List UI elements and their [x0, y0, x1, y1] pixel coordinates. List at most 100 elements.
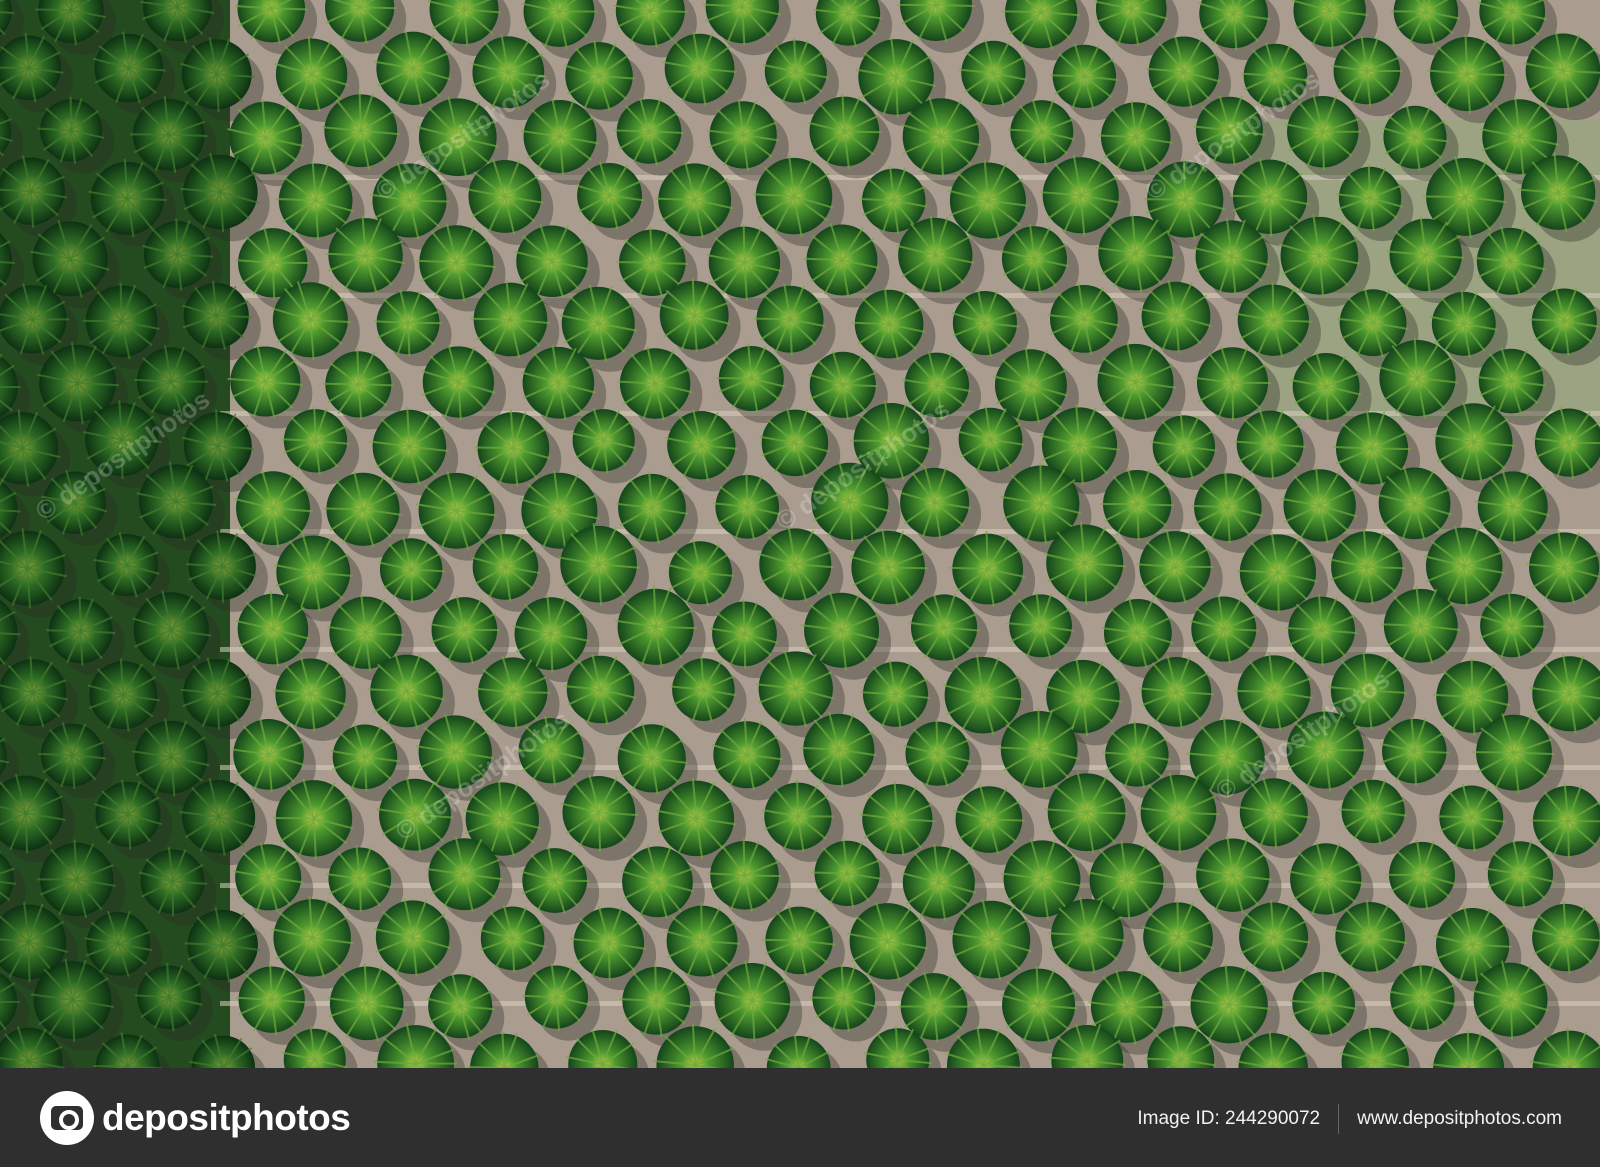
palm-frond: [1234, 689, 1275, 693]
palm-frond: [762, 938, 800, 942]
image-meta: Image ID: 244290072 www.depositphotos.co…: [1137, 1104, 1562, 1134]
camera-icon: [40, 1091, 94, 1145]
palm-frond: [655, 197, 695, 201]
palm-frond: [935, 719, 939, 754]
palm-frond: [650, 9, 688, 13]
palm-frond: [607, 942, 611, 982]
palm-frond: [512, 691, 551, 694]
palm-frond: [1037, 707, 1041, 750]
palm-frond: [410, 569, 414, 604]
palm-frond: [1466, 1030, 1470, 1068]
palm-frond: [1323, 708, 1327, 751]
palm-frond: [691, 278, 696, 316]
palm-frond: [1367, 164, 1372, 199]
palm-frond: [803, 257, 842, 262]
palm-frond: [597, 812, 602, 852]
palm-frond: [809, 996, 844, 1000]
meta-divider: [1338, 1104, 1340, 1134]
palm-frond: [700, 902, 704, 942]
palm-frond: [522, 994, 557, 999]
palm-frond: [24, 812, 29, 854]
palm-frond: [175, 218, 179, 255]
palm-frond: [313, 406, 317, 441]
palm-frond: [654, 964, 658, 1001]
palm-frond: [359, 6, 398, 10]
palm-frond: [988, 818, 1025, 822]
palm-frond: [1177, 812, 1181, 854]
palm-frond: [655, 625, 697, 630]
palm-frond: [554, 879, 590, 882]
palm-frond: [1320, 630, 1324, 667]
palm-frond: [1470, 657, 1474, 697]
palm-frond: [1321, 131, 1325, 171]
palm-frond: [1039, 462, 1043, 504]
palm-frond: [1226, 757, 1230, 798]
stock-footer: depositphotos Image ID: 244290072 www.de…: [0, 1068, 1600, 1167]
palm-frond: [323, 507, 364, 511]
palm-frond: [1002, 10, 1042, 14]
palm-frond: [742, 223, 746, 263]
palm-frond: [1321, 969, 1325, 1004]
palm-frond: [171, 881, 175, 917]
palm-frond: [742, 598, 746, 634]
palm-frond: [949, 566, 988, 571]
palm-frond: [409, 199, 450, 203]
palm-frond: [356, 348, 360, 385]
site-url[interactable]: www.depositphotos.com: [1357, 1108, 1562, 1130]
palm-frond: [1271, 281, 1275, 321]
palm-frond: [743, 633, 747, 669]
palm-frond: [1568, 441, 1600, 445]
palm-frond: [1086, 811, 1129, 815]
palm-frond: [82, 319, 122, 323]
palm-frond: [358, 878, 362, 913]
palm-frond: [796, 779, 799, 817]
palm-frond: [745, 472, 749, 507]
palm-frond: [27, 941, 31, 983]
palm-frond: [470, 317, 511, 321]
palm-frond: [1366, 565, 1406, 570]
palm-frond: [1229, 194, 1271, 198]
palm-frond: [616, 261, 653, 264]
palm-frond: [221, 566, 224, 603]
palm-frond: [119, 282, 123, 322]
palm-frond: [1436, 815, 1472, 819]
palm-frond: [549, 633, 554, 673]
palm-frond: [744, 874, 782, 878]
palm-frond: [407, 322, 411, 357]
palm-frond: [859, 197, 894, 202]
palm-frond: [753, 317, 791, 321]
palm-frond: [38, 752, 73, 757]
image-id: Image ID: 244290072: [1137, 1108, 1321, 1129]
palm-frond: [1231, 382, 1235, 422]
palm-frond: [935, 4, 975, 8]
palm-frond: [46, 629, 81, 633]
palm-frond: [168, 133, 208, 138]
aerial-photo: © depositphotos © depositphotos © deposi…: [0, 0, 1600, 1068]
palm-frond: [852, 321, 890, 326]
palm-frond: [120, 439, 124, 480]
palm-frond: [811, 871, 848, 875]
palm-frond: [985, 530, 989, 570]
palm-frond: [78, 596, 82, 632]
palm-frond: [271, 7, 308, 11]
palm-frond: [1511, 624, 1547, 628]
palm-frond: [1050, 74, 1085, 78]
palm-frond: [1372, 447, 1411, 451]
palm-frond: [1568, 819, 1600, 823]
palm-frond: [844, 130, 883, 134]
palm-frond: [842, 383, 879, 388]
palm-frond: [1276, 572, 1280, 614]
depositphotos-logo[interactable]: depositphotos: [40, 1088, 351, 1148]
palm-frond: [652, 261, 689, 265]
palm-frond: [742, 838, 746, 876]
palm-frond: [1176, 899, 1180, 938]
palm-frond: [358, 91, 362, 131]
palm-frond: [1144, 1057, 1181, 1061]
palm-frond: [614, 129, 650, 133]
palm-frond: [1191, 504, 1228, 509]
palm-frond: [888, 566, 928, 570]
brand-name: depositphotos: [102, 1097, 351, 1138]
palm-plantation-image: [0, 0, 1600, 1068]
palm-frond: [358, 383, 395, 387]
palm-frond: [1137, 503, 1175, 507]
